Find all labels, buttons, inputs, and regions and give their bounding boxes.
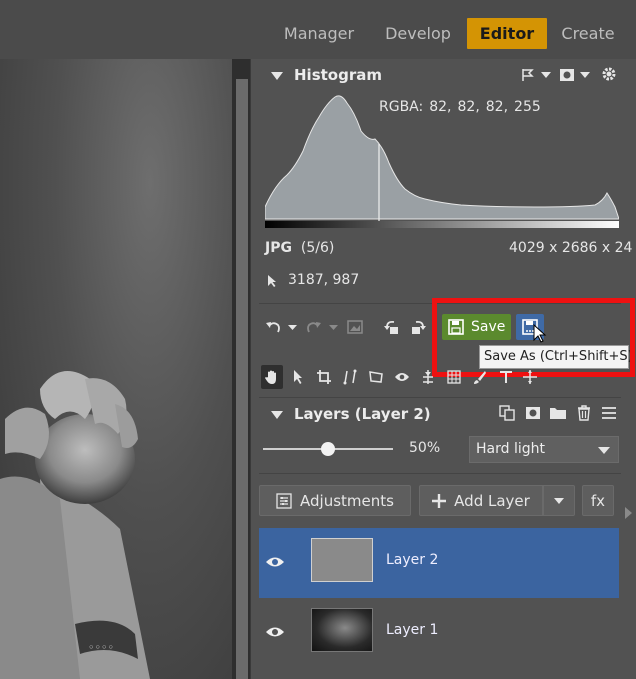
grid-tool-icon[interactable] — [443, 365, 465, 389]
brush-tool-icon[interactable] — [469, 365, 491, 389]
mask-icon[interactable] — [557, 65, 577, 85]
photo-scrollbar[interactable] — [236, 79, 248, 679]
trash-icon[interactable] — [574, 403, 594, 423]
visibility-eye-icon[interactable] — [265, 624, 285, 643]
fx-button[interactable]: fx — [582, 485, 614, 516]
tab-editor[interactable]: Editor — [467, 18, 547, 49]
tool-row — [257, 365, 617, 391]
photo-canvas[interactable]: ◦◦◦◦ — [0, 59, 250, 679]
tab-develop[interactable]: Develop — [378, 18, 458, 49]
histogram-header[interactable]: Histogram — [251, 59, 623, 93]
levels-tool-icon[interactable] — [417, 365, 439, 389]
undo-icon[interactable] — [263, 317, 283, 337]
menu-icon[interactable] — [599, 403, 619, 423]
visibility-eye-icon[interactable] — [265, 554, 285, 573]
chevron-down-icon — [598, 447, 610, 454]
straighten-tool-icon[interactable] — [339, 365, 361, 389]
chevron-down-icon[interactable] — [286, 317, 298, 337]
image-dimensions: 4029 x 2686 x 24 — [509, 240, 633, 256]
tab-create[interactable]: Create — [555, 18, 621, 49]
rotate-left-icon[interactable] — [383, 317, 403, 337]
collapse-caret-icon[interactable] — [271, 72, 283, 80]
opacity-value: 50% — [409, 440, 441, 456]
flag-icon[interactable] — [518, 65, 538, 85]
floppy-disk-icon — [448, 319, 464, 335]
rotate-right-icon[interactable] — [407, 317, 427, 337]
layer-thumbnail — [311, 538, 373, 582]
chevron-down-icon[interactable] — [579, 65, 591, 85]
folder-icon[interactable] — [548, 403, 568, 423]
add-layer-dropdown[interactable] — [543, 485, 575, 516]
chevron-down-icon[interactable] — [327, 317, 339, 337]
cursor-coordinates: 3187, 987 — [288, 272, 360, 288]
chevron-down-icon[interactable] — [540, 65, 552, 85]
chevron-down-icon — [554, 497, 564, 504]
cursor-icon — [265, 273, 279, 289]
divider — [259, 473, 621, 474]
plus-icon — [432, 493, 447, 508]
redo-icon[interactable] — [304, 317, 324, 337]
duplicate-layer-icon[interactable] — [497, 403, 517, 423]
collapse-caret-icon[interactable] — [271, 411, 283, 419]
layers-title: Layers (Layer 2) — [294, 405, 431, 423]
transform-tool-icon[interactable] — [519, 365, 541, 389]
wristband-pattern: ◦◦◦◦ — [88, 641, 114, 654]
gear-icon[interactable] — [599, 64, 619, 84]
text-tool-icon[interactable] — [495, 365, 517, 389]
file-format: JPG (5/6) — [265, 240, 335, 256]
blend-mode-select[interactable]: Hard light — [469, 436, 619, 463]
adjustments-button[interactable]: Adjustments — [259, 485, 411, 516]
opacity-slider-handle[interactable] — [321, 442, 335, 456]
layer-thumbnail — [311, 608, 373, 652]
layers-header[interactable]: Layers (Layer 2) — [251, 398, 623, 432]
layer-mask-icon[interactable] — [523, 403, 543, 423]
tab-manager[interactable]: Manager — [276, 18, 362, 49]
crop-tool-icon[interactable] — [313, 365, 335, 389]
rgba-readout: RGBA: 82, 82, 82, 255 — [379, 99, 541, 115]
add-layer-button[interactable]: Add Layer — [419, 485, 543, 516]
perspective-tool-icon[interactable] — [365, 365, 387, 389]
arrow-tool-icon[interactable] — [287, 365, 309, 389]
right-panel: Histogram RGBA: 82, 82, 82, 255 JPG (5/6) — [250, 59, 636, 679]
mouse-pointer-icon — [533, 324, 547, 343]
panel-expand-arrow-icon[interactable] — [625, 507, 632, 519]
photo-content: ◦◦◦◦ — [0, 371, 150, 679]
adjustments-icon — [276, 492, 292, 509]
top-nav: Manager Develop Editor Create — [0, 0, 636, 59]
layer-row-layer-1[interactable]: Layer 1 — [259, 598, 619, 668]
hand-tool-icon[interactable] — [261, 365, 283, 389]
image-history-icon[interactable] — [345, 317, 365, 337]
divider — [259, 303, 621, 304]
layer-row-layer-2[interactable]: Layer 2 — [259, 528, 619, 598]
eye-tool-icon[interactable] — [391, 365, 413, 389]
save-button[interactable]: Save — [442, 314, 511, 340]
histogram-title: Histogram — [294, 66, 382, 84]
